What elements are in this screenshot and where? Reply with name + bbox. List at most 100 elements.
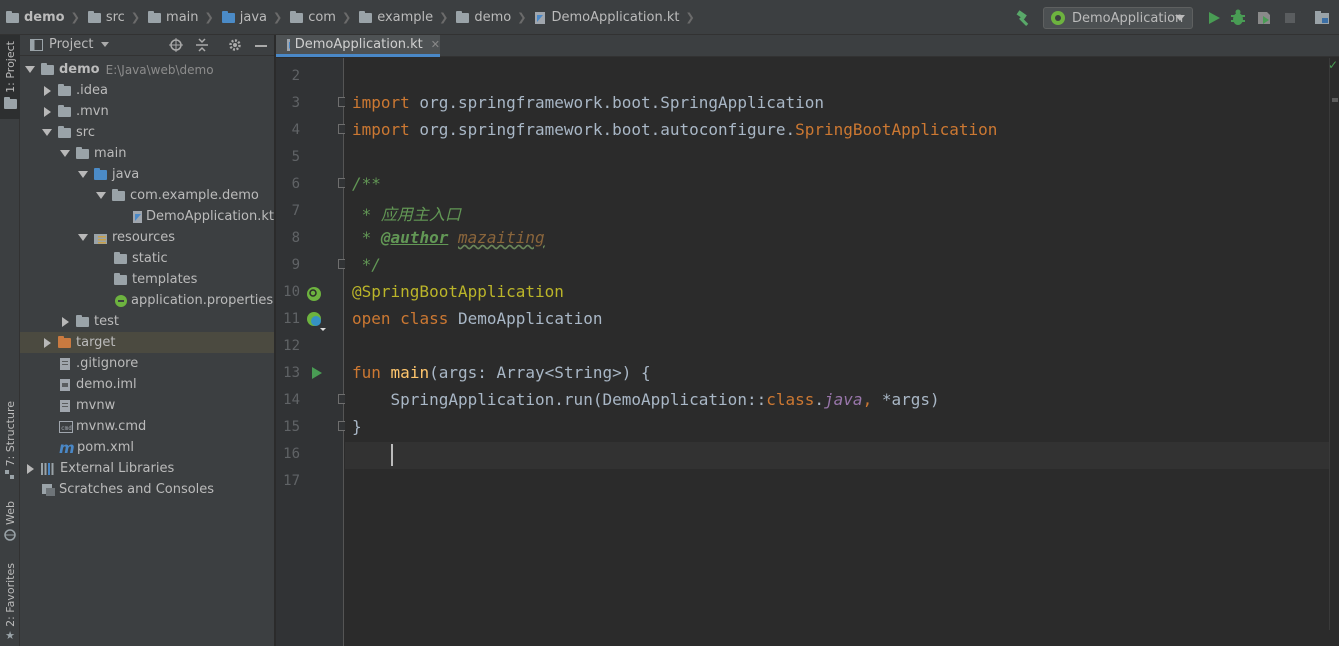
libraries-icon: [41, 463, 54, 475]
debug-icon[interactable]: [1229, 9, 1247, 27]
run-configuration-select[interactable]: DemoApplication: [1043, 7, 1193, 29]
tree-item-static[interactable]: static: [20, 248, 274, 269]
expand-toggle[interactable]: [77, 169, 89, 181]
expand-toggle[interactable]: [41, 85, 53, 97]
structure-icon: [5, 470, 14, 480]
line-number: 6: [291, 176, 300, 192]
stripe-favorites-button[interactable]: 2: Favorites ★: [0, 563, 20, 643]
project-panel-header: Project: [20, 35, 274, 56]
collapse-all-icon[interactable]: [195, 38, 209, 52]
code-line-11: open class DemoApplication: [352, 309, 603, 328]
expand-toggle[interactable]: [41, 106, 53, 118]
expand-toggle[interactable]: [41, 337, 53, 349]
locate-file-icon[interactable]: [169, 38, 183, 52]
line-number: 17: [283, 473, 300, 489]
project-folder-icon: [3, 96, 17, 109]
text-file-icon: [60, 357, 70, 370]
expand-toggle[interactable]: [41, 127, 53, 139]
tree-item-mvnw[interactable]: mvnw: [20, 395, 274, 416]
breadcrumb-item-file[interactable]: DemoApplication.kt ❯: [534, 0, 702, 35]
gear-icon[interactable]: [228, 38, 242, 52]
expand-toggle[interactable]: [59, 148, 71, 160]
folder-icon: [76, 146, 89, 159]
maven-icon: m: [59, 438, 75, 457]
line-number: 13: [283, 365, 300, 381]
code-editor[interactable]: import org.springframework.boot.SpringAp…: [345, 58, 1329, 630]
expand-toggle[interactable]: [24, 463, 36, 475]
line-number: 4: [291, 122, 300, 138]
resources-folder-icon: [94, 233, 107, 244]
breadcrumb-item-com[interactable]: com ❯: [290, 0, 359, 35]
breadcrumb-item-demo[interactable]: demo ❯: [6, 0, 88, 35]
tree-item-demoapplication-kt[interactable]: DemoApplication.kt: [20, 206, 274, 227]
chevron-right-icon: ❯: [204, 11, 214, 24]
breadcrumb-item-src[interactable]: src ❯: [87, 0, 148, 35]
expand-toggle[interactable]: [24, 64, 36, 76]
check-icon: ✓: [1328, 58, 1339, 72]
tree-item-demo[interactable]: demo E:\Java\web\demo: [20, 59, 274, 80]
code-line-13: fun main(args: Array<String>) {: [352, 363, 651, 382]
folder-icon: [87, 10, 101, 23]
code-line-3: import org.springframework.boot.SpringAp…: [352, 93, 825, 112]
tree-item-mvn[interactable]: .mvn: [20, 101, 274, 122]
tree-item-src[interactable]: src: [20, 122, 274, 143]
folder-icon: [148, 10, 162, 23]
breadcrumb-item-demo-package[interactable]: demo ❯: [456, 0, 534, 35]
tree-item-demo-iml[interactable]: demo.iml: [20, 374, 274, 395]
hide-panel-icon[interactable]: [254, 38, 268, 52]
expand-toggle[interactable]: [59, 316, 71, 328]
project-view-selector[interactable]: Project: [30, 37, 110, 52]
star-icon: ★: [5, 628, 15, 642]
run-gutter-icon[interactable]: [310, 366, 324, 380]
spring-bean-icon[interactable]: [305, 285, 323, 303]
tab-demoapplication-kt[interactable]: DemoApplication.kt ✕: [276, 35, 440, 57]
tree-item-java[interactable]: java: [20, 164, 274, 185]
tree-item-test[interactable]: test: [20, 311, 274, 332]
tree-item-gitignore[interactable]: .gitignore: [20, 353, 274, 374]
expand-toggle[interactable]: [77, 232, 89, 244]
code-line-10: @SpringBootApplication: [352, 282, 564, 301]
breadcrumb-item-example[interactable]: example ❯: [359, 0, 456, 35]
error-stripe[interactable]: ✓: [1328, 58, 1339, 646]
breadcrumb: demo ❯ src ❯ main ❯ java ❯ com ❯ example ❯ dem…: [6, 0, 703, 35]
run-with-coverage-icon[interactable]: [1255, 9, 1273, 27]
project-structure-icon[interactable]: [1313, 9, 1331, 27]
line-number: 12: [283, 338, 300, 354]
stop-icon[interactable]: [1281, 9, 1299, 27]
chevron-right-icon: ❯: [341, 11, 352, 24]
tree-item-idea[interactable]: .idea: [20, 80, 274, 101]
line-number: 8: [291, 230, 300, 246]
text-file-icon: [60, 399, 70, 412]
tree-item-mvnw-cmd[interactable]: cmd mvnw.cmd: [20, 416, 274, 437]
breadcrumb-item-main[interactable]: main ❯: [148, 0, 222, 35]
text-caret: [391, 444, 393, 466]
run-icon[interactable]: [1205, 9, 1223, 27]
folder-icon: [58, 125, 71, 138]
tree-item-scratches[interactable]: Scratches and Consoles: [20, 479, 274, 500]
breadcrumb-item-java[interactable]: java ❯: [221, 0, 290, 35]
chevron-right-icon: ❯: [517, 11, 527, 24]
close-icon[interactable]: ✕: [431, 38, 440, 51]
build-hammer-icon[interactable]: [1015, 10, 1032, 26]
tree-item-package[interactable]: com.example.demo: [20, 185, 274, 206]
tree-item-main[interactable]: main: [20, 143, 274, 164]
folder-icon: [58, 83, 71, 96]
editor-tab-bar: DemoApplication.kt ✕: [276, 35, 1339, 57]
code-line-4: import org.springframework.boot.autoconf…: [352, 120, 998, 139]
stripe-structure-button[interactable]: 7: Structure: [0, 401, 20, 487]
tree-item-external-libraries[interactable]: External Libraries: [20, 458, 274, 479]
stripe-project-button[interactable]: 1: Project: [0, 35, 20, 119]
tree-item-templates[interactable]: templates: [20, 269, 274, 290]
horizontal-scrollbar[interactable]: [345, 630, 1339, 646]
stripe-web-button[interactable]: Web: [0, 501, 20, 549]
tree-item-pom-xml[interactable]: m pom.xml: [20, 437, 274, 458]
tree-item-application-properties[interactable]: application.properties: [20, 290, 274, 311]
expand-toggle[interactable]: [95, 190, 107, 202]
scratches-icon: [42, 483, 55, 496]
tree-item-resources[interactable]: resources: [20, 227, 274, 248]
left-tool-stripe: 1: Project 7: Structure Web 2: Favorites…: [0, 35, 20, 646]
navigation-bar: demo ❯ src ❯ main ❯ java ❯ com ❯ example ❯ dem…: [0, 0, 1339, 35]
tree-item-target[interactable]: target: [20, 332, 274, 353]
spring-config-icon[interactable]: [305, 310, 327, 332]
code-line-7: * 应用主入口: [352, 205, 461, 224]
